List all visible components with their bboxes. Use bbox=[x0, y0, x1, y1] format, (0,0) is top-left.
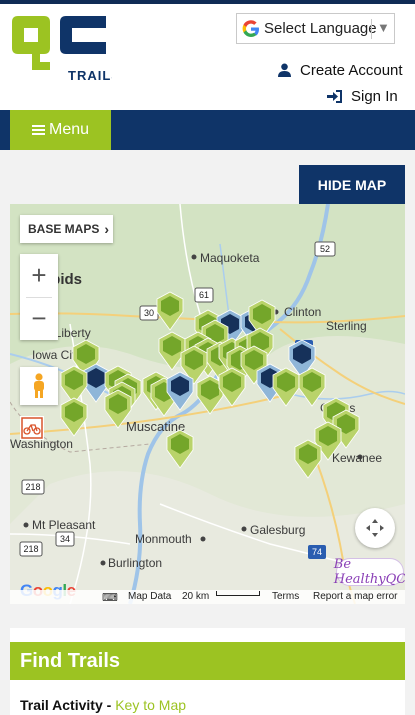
bicycle-layer-icon[interactable] bbox=[20, 416, 44, 440]
find-trails-heading: Find Trails bbox=[10, 642, 405, 680]
map-label-sterling: Sterling bbox=[326, 319, 367, 333]
menu-button[interactable]: Menu bbox=[10, 110, 111, 150]
trail-activity-row: Trail Activity - Key to Map bbox=[20, 697, 186, 713]
recenter-location-icon[interactable] bbox=[355, 508, 395, 548]
base-maps-button[interactable]: BASE MAPS › bbox=[20, 215, 113, 243]
map-label-mt-pleasant: Mt Pleasant bbox=[32, 518, 96, 532]
map-attribution-bar: ⌨ Map Data 20 km Terms Report a map erro… bbox=[10, 590, 405, 604]
main-navbar: Menu bbox=[0, 110, 415, 150]
terms-link[interactable]: Terms bbox=[272, 591, 299, 602]
sign-in-label: Sign In bbox=[351, 87, 398, 105]
street-view-pegman-icon[interactable] bbox=[20, 367, 58, 405]
report-map-error-link[interactable]: Report a map error bbox=[313, 591, 397, 602]
route-shield-218-a: 218 bbox=[25, 482, 40, 492]
scale-label: 20 km bbox=[182, 591, 210, 602]
logo-trails-text: TRAILS bbox=[68, 68, 112, 82]
zoom-in-button[interactable]: + bbox=[20, 254, 58, 297]
map-label-monmouth: Monmouth bbox=[135, 532, 192, 546]
trail-activity-label: Trail Activity bbox=[20, 697, 103, 713]
site-header: TRAILS Select Language ▼ Create Account … bbox=[0, 4, 415, 110]
language-divider bbox=[371, 19, 372, 39]
map-data-link[interactable]: Map Data bbox=[128, 591, 171, 602]
qc-trails-logo[interactable]: TRAILS bbox=[10, 14, 120, 83]
map-label-galesburg: Galesburg bbox=[250, 523, 305, 537]
scale-bar bbox=[216, 591, 260, 596]
sign-in-icon bbox=[327, 89, 342, 103]
route-shield-61: 61 bbox=[199, 290, 209, 300]
base-maps-label: BASE MAPS bbox=[28, 222, 100, 236]
zoom-out-button[interactable]: − bbox=[20, 297, 58, 340]
hamburger-icon bbox=[32, 123, 45, 137]
map-label-clinton: Clinton bbox=[284, 305, 321, 319]
map-canvas[interactable]: Rapids Maquoketa North Liberty Iowa City… bbox=[10, 204, 405, 604]
create-account-label: Create Account bbox=[300, 61, 403, 79]
route-shield-74: 74 bbox=[312, 547, 322, 557]
map-label-kewanee: Kewanee bbox=[332, 451, 382, 465]
sign-in-link[interactable]: Sign In bbox=[327, 87, 398, 105]
user-icon bbox=[278, 63, 291, 77]
chevron-down-icon: ▼ bbox=[377, 20, 390, 35]
zoom-divider bbox=[26, 297, 52, 298]
language-label: Select Language bbox=[264, 20, 377, 37]
zoom-controls: + − bbox=[20, 254, 58, 340]
map-label-maquoketa: Maquoketa bbox=[200, 251, 260, 265]
route-shield-52: 52 bbox=[320, 244, 330, 254]
language-select[interactable]: Select Language ▼ bbox=[236, 13, 395, 44]
trail-activity-separator: - bbox=[106, 697, 112, 713]
map-label-burlington: Burlington bbox=[108, 556, 162, 570]
menu-label: Menu bbox=[49, 121, 90, 138]
create-account-link[interactable]: Create Account bbox=[278, 61, 403, 79]
hide-map-button[interactable]: HIDE MAP bbox=[299, 165, 405, 204]
route-shield-30: 30 bbox=[144, 308, 154, 318]
chevron-right-icon: › bbox=[104, 221, 110, 237]
route-shield-218-b: 218 bbox=[23, 544, 38, 554]
trail-map[interactable]: Rapids Maquoketa North Liberty Iowa City… bbox=[10, 204, 405, 604]
google-g-icon bbox=[242, 20, 259, 37]
route-shield-34: 34 bbox=[60, 534, 70, 544]
key-to-map-link[interactable]: Key to Map bbox=[115, 697, 186, 713]
find-trails-panel: Find Trails Trail Activity - Key to Map bbox=[10, 628, 405, 715]
be-healthy-qc-logo[interactable]: Be HealthyQC bbox=[334, 557, 405, 587]
keyboard-icon[interactable]: ⌨ bbox=[102, 591, 118, 604]
